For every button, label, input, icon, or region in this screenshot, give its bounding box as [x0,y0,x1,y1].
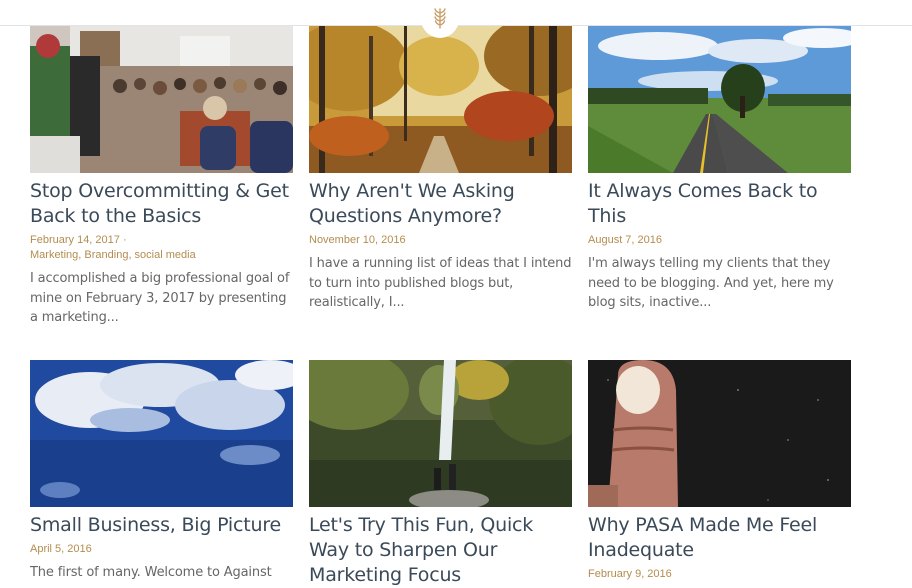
post-excerpt: I accomplished a big professional goal o… [30,271,290,325]
post-card: Stop Overcommitting & Get Back to the Ba… [30,26,293,328]
post-title[interactable]: Why PASA Made Me Feel Inadequate [588,513,851,563]
post-thumbnail-dirty-thumb[interactable] [588,360,851,507]
post-thumbnail-autumn-forest[interactable] [309,26,572,173]
post-thumbnail-waterfall[interactable] [309,360,572,507]
meta-separator: · [119,234,127,246]
post-thumbnail-sky-clouds[interactable] [30,360,293,507]
post-date-text: February 14, 2017 [30,234,120,246]
post-excerpt: The first of many. Welcome to Against [30,565,272,580]
post-title[interactable]: It Always Comes Back to This [588,179,851,229]
post-excerpt: I have a running list of ideas that I in… [309,256,572,310]
post-categories[interactable]: Marketing, Branding, social media [30,248,293,263]
post-title[interactable]: Let's Try This Fun, Quick Way to Sharpen… [309,513,572,588]
post-thumbnail-country-road[interactable] [588,26,851,173]
post-date: February 9, 2016 [588,568,672,580]
post-card: Let's Try This Fun, Quick Way to Sharpen… [309,360,572,588]
post-date: November 10, 2016 [309,234,406,246]
post-card: It Always Comes Back to This August 7, 2… [588,26,851,313]
post-excerpt: I'm always telling my clients that they … [588,256,834,310]
post-title[interactable]: Stop Overcommitting & Get Back to the Ba… [30,179,293,229]
site-logo[interactable] [421,0,459,38]
post-date: August 7, 2016 [588,234,663,246]
post-card: Small Business, Big Picture April 5, 201… [30,360,293,583]
post-date: April 5, 2016 [30,543,92,555]
post-title[interactable]: Small Business, Big Picture [30,513,293,538]
post-title[interactable]: Why Aren't We Asking Questions Anymore? [309,179,572,229]
post-thumbnail-conference[interactable] [30,26,293,173]
post-date: February 14, 2017 · [30,233,293,248]
post-card: Why PASA Made Me Feel Inadequate Februar… [588,360,851,582]
wheat-logo-icon [434,8,446,29]
post-card: Why Aren't We Asking Questions Anymore? … [309,26,572,313]
